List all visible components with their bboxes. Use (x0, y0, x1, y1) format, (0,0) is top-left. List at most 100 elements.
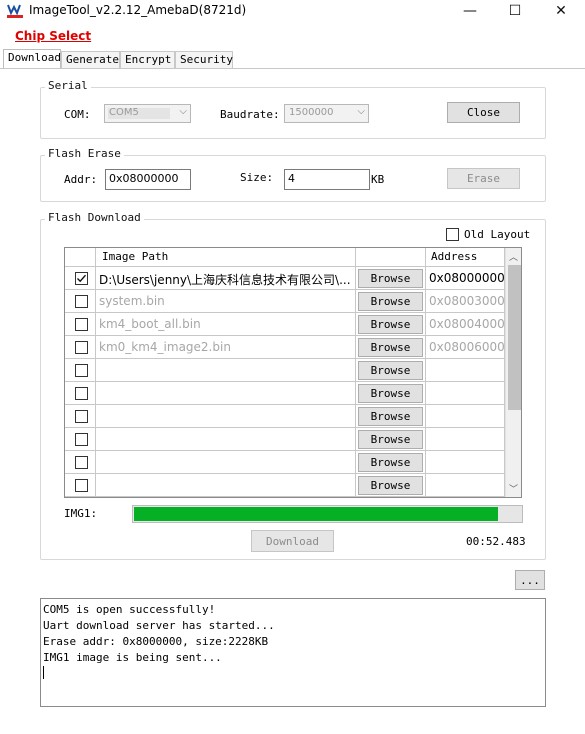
row-image-path[interactable] (96, 428, 356, 451)
table-row: Browse (65, 405, 505, 428)
tab-generate[interactable]: Generate (61, 51, 120, 68)
row-checkbox[interactable] (75, 387, 88, 400)
row-image-path[interactable]: km4_boot_all.bin (96, 313, 356, 336)
table-scrollbar[interactable]: ︿ ﹀ (505, 248, 521, 497)
chip-select-link[interactable]: Chip Select (15, 29, 91, 43)
erase-addr-input[interactable]: 0x08000000 (105, 169, 191, 190)
maximize-button[interactable]: ☐ (492, 0, 538, 22)
browse-button[interactable]: Browse (358, 338, 423, 357)
progress-label: IMG1: (64, 507, 98, 520)
log-line: Uart download server has started... (43, 619, 275, 632)
minimize-button[interactable]: — (447, 0, 493, 22)
browse-button[interactable]: Browse (358, 407, 423, 426)
download-progress-bar (132, 505, 523, 523)
serial-group-title: Serial (45, 79, 91, 92)
table-row: km0_km4_image2.bin Browse 0x08006000 (65, 336, 505, 359)
scroll-up-icon[interactable]: ︿ (509, 250, 518, 263)
old-layout-checkbox[interactable] (446, 228, 459, 241)
row-checkbox[interactable] (75, 341, 88, 354)
row-browse-cell: Browse (356, 474, 426, 497)
row-address[interactable]: 0x08003000 (426, 290, 505, 313)
row-check-cell (65, 359, 96, 382)
com-select[interactable]: COM5 ⌵ (104, 104, 191, 123)
table-row: Browse (65, 474, 505, 497)
download-button[interactable]: Download (251, 530, 334, 552)
flash-download-group-title: Flash Download (45, 211, 144, 224)
row-image-path[interactable]: km0_km4_image2.bin (96, 336, 356, 359)
more-options-button[interactable]: ... (515, 570, 545, 590)
log-line: IMG1 image is being sent... (43, 651, 222, 664)
browse-button[interactable]: Browse (358, 315, 423, 334)
row-image-path[interactable]: D:\Users\jenny\上海庆科信息技术有限公司\... (96, 267, 356, 290)
row-browse-cell: Browse (356, 290, 426, 313)
browse-button[interactable]: Browse (358, 476, 423, 495)
baudrate-select-value: 1500000 (289, 107, 334, 118)
row-browse-cell: Browse (356, 267, 426, 290)
row-checkbox[interactable] (75, 479, 88, 492)
browse-button[interactable]: Browse (358, 269, 423, 288)
row-address[interactable] (426, 405, 505, 428)
chevron-down-icon: ⌵ (357, 106, 365, 117)
erase-button[interactable]: Erase (447, 168, 520, 189)
row-checkbox[interactable] (75, 364, 88, 377)
row-image-path[interactable] (96, 474, 356, 497)
baudrate-select[interactable]: 1500000 ⌵ (284, 104, 369, 123)
scrollbar-thumb[interactable] (508, 265, 521, 410)
row-address[interactable] (426, 428, 505, 451)
scroll-down-icon[interactable]: ﹀ (509, 482, 518, 495)
chevron-down-icon: ⌵ (179, 106, 187, 117)
checkmark-icon (77, 274, 87, 283)
title-bar: ImageTool_v2.2.12_AmebaD(8721d) — ☐ ✕ (0, 0, 585, 22)
row-checkbox[interactable] (75, 295, 88, 308)
row-checkbox[interactable] (75, 456, 88, 469)
table-row: Browse (65, 359, 505, 382)
progress-fill (134, 507, 498, 521)
table-row: Browse (65, 382, 505, 405)
table-row: system.bin Browse 0x08003000 (65, 290, 505, 313)
browse-button[interactable]: Browse (358, 384, 423, 403)
browse-button[interactable]: Browse (358, 292, 423, 311)
row-image-path[interactable] (96, 451, 356, 474)
row-address[interactable] (426, 474, 505, 497)
close-port-button[interactable]: Close (447, 102, 520, 123)
tab-security[interactable]: Security (175, 51, 233, 68)
row-image-path[interactable]: system.bin (96, 290, 356, 313)
row-address[interactable]: 0x08000000 (426, 267, 505, 290)
table-row: Browse (65, 451, 505, 474)
row-address[interactable]: 0x08006000 (426, 336, 505, 359)
window-title: ImageTool_v2.2.12_AmebaD(8721d) (29, 3, 247, 17)
row-address[interactable]: 0x08004000 (426, 313, 505, 336)
row-address[interactable] (426, 359, 505, 382)
table-header-path: Image Path (96, 248, 356, 267)
log-line: Erase addr: 0x8000000, size:2228KB (43, 635, 269, 648)
row-address[interactable] (426, 451, 505, 474)
row-browse-cell: Browse (356, 428, 426, 451)
log-output[interactable]: COM5 is open successfully! Uart download… (40, 598, 546, 707)
erase-size-unit: KB (371, 173, 385, 186)
browse-button[interactable]: Browse (358, 430, 423, 449)
row-image-path[interactable] (96, 359, 356, 382)
row-checkbox[interactable] (75, 410, 88, 423)
app-logo-icon (6, 2, 24, 20)
close-window-button[interactable]: ✕ (538, 0, 584, 22)
row-address[interactable] (426, 382, 505, 405)
row-check-cell (65, 428, 96, 451)
row-check-cell (65, 405, 96, 428)
row-check-cell (65, 267, 96, 290)
row-browse-cell: Browse (356, 359, 426, 382)
browse-button[interactable]: Browse (358, 453, 423, 472)
row-image-path[interactable] (96, 405, 356, 428)
browse-button[interactable]: Browse (358, 361, 423, 380)
erase-size-input[interactable]: 4 (284, 169, 370, 190)
tab-encrypt[interactable]: Encrypt (120, 51, 175, 68)
log-line: COM5 is open successfully! (43, 603, 216, 616)
table-header-check (65, 248, 96, 267)
row-checkbox[interactable] (75, 272, 88, 285)
row-browse-cell: Browse (356, 313, 426, 336)
tab-download[interactable]: Download (3, 49, 61, 69)
tab-divider (0, 68, 585, 69)
row-browse-cell: Browse (356, 405, 426, 428)
row-checkbox[interactable] (75, 433, 88, 446)
row-image-path[interactable] (96, 382, 356, 405)
row-checkbox[interactable] (75, 318, 88, 331)
